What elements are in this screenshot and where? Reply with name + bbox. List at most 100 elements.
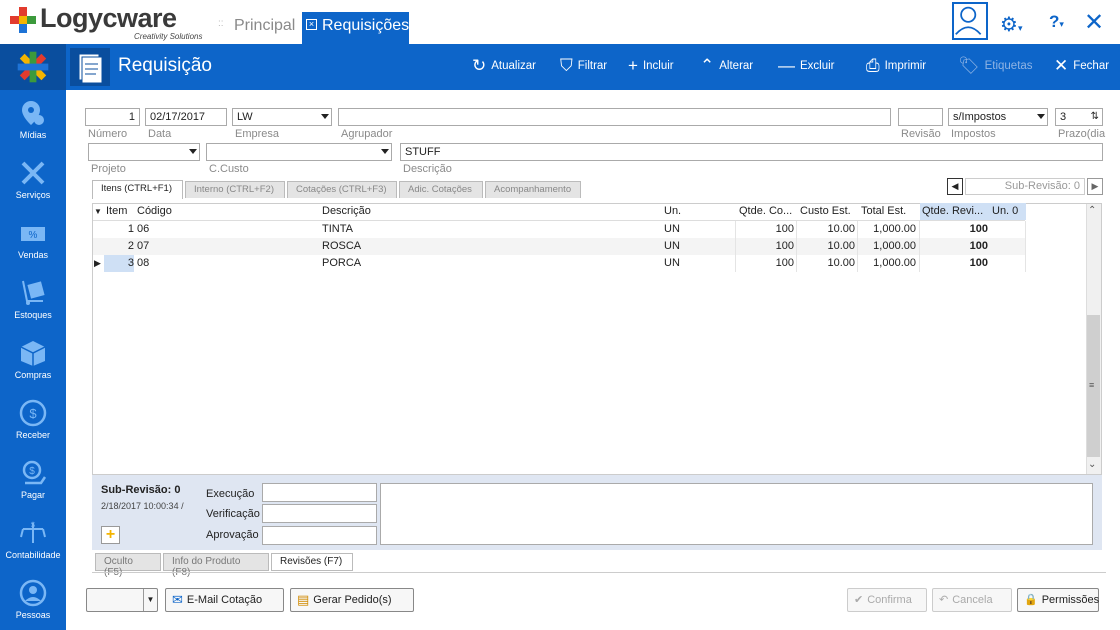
next-revision-button[interactable]: ▶ xyxy=(1087,178,1103,195)
sidebar-item-vendas[interactable]: % Vendas xyxy=(0,219,66,260)
tab-cotacoes[interactable]: Cotações (CTRL+F3) xyxy=(287,181,397,198)
impostos-select[interactable]: s/Impostos xyxy=(948,108,1048,126)
agrupador-label: Agrupador xyxy=(341,128,393,140)
execucao-field[interactable] xyxy=(262,483,377,502)
col-qtde-rev[interactable]: Qtde. Revi... xyxy=(920,203,990,220)
sidebar-item-contabilidade[interactable]: $ Contabilidade xyxy=(0,519,66,560)
cell-un: UN xyxy=(664,240,680,252)
sidebar-item-servicos[interactable]: Serviços xyxy=(0,159,66,200)
projeto-select[interactable] xyxy=(88,143,200,161)
tab-requisicoes-label: Requisições xyxy=(322,17,410,34)
excluir-button[interactable]: — Excluir xyxy=(778,57,835,74)
incluir-button[interactable]: + Incluir xyxy=(628,57,674,74)
tab-acompanhamento[interactable]: Acompanhamento xyxy=(485,181,581,198)
revision-title: Sub-Revisão: 0 xyxy=(101,484,181,496)
data-field[interactable]: 02/17/2017 xyxy=(145,108,227,126)
brand-name: Logycware xyxy=(40,3,177,33)
verificacao-field[interactable] xyxy=(262,504,377,523)
sidebar-item-compras[interactable]: Compras xyxy=(0,339,66,380)
tab-requisicoes[interactable]: × Requisições xyxy=(302,12,409,44)
sidebar-item-label: Receber xyxy=(15,430,51,440)
fechar-button[interactable]: ✕ Fechar xyxy=(1054,57,1109,74)
sort-arrow-icon[interactable]: ▼ xyxy=(94,203,102,220)
scroll-up-icon[interactable]: ⌃ xyxy=(1088,205,1096,216)
col-total[interactable]: Total Est. xyxy=(861,203,906,220)
sidebar-item-pessoas[interactable]: Pessoas xyxy=(0,579,66,620)
logo-plus-icon xyxy=(10,7,36,33)
revision-timestamp: 2/18/2017 10:00:34 / xyxy=(101,501,184,511)
agrupador-field[interactable] xyxy=(338,108,891,126)
tab-principal[interactable]: Principal xyxy=(228,12,301,44)
cell-descricao: PORCA xyxy=(322,257,362,269)
add-revision-button[interactable]: + xyxy=(101,526,120,544)
filtrar-button[interactable]: ⛉ Filtrar xyxy=(560,57,608,74)
sidebar-item-label: Mídias xyxy=(19,130,47,140)
cancela-button[interactable]: ↶ Cancela xyxy=(932,588,1012,612)
descricao-field[interactable]: STUFF xyxy=(400,143,1103,161)
settings-gear-icon[interactable]: ⚙▾ xyxy=(1000,12,1022,37)
col-un0[interactable]: Un. 0 xyxy=(990,203,1026,220)
tab-info-produto[interactable]: Info do Produto (F8) xyxy=(163,553,269,578)
col-custo[interactable]: Custo Est. xyxy=(800,203,851,220)
help-icon[interactable]: ?▾ xyxy=(1049,12,1064,32)
prazo-field[interactable]: 3 ⇅ xyxy=(1055,108,1103,126)
sidebar-item-estoques[interactable]: Estoques xyxy=(0,279,66,320)
aprovacao-field[interactable] xyxy=(262,526,377,545)
alterar-label: Alterar xyxy=(719,60,754,72)
sidebar-logo xyxy=(0,44,66,90)
col-qtde[interactable]: Qtde. Co... xyxy=(739,203,792,220)
cell-item: 3 xyxy=(104,255,134,272)
confirma-button[interactable]: ✔ Confirma xyxy=(847,588,927,612)
cell-custo: 10.00 xyxy=(827,257,855,269)
prazo-label: Prazo(dia xyxy=(1058,128,1106,140)
close-app-icon[interactable]: ✕ xyxy=(1084,8,1104,37)
filtrar-label: Filtrar xyxy=(577,60,608,72)
tab-adic-cotacoes[interactable]: Adic. Cotações xyxy=(399,181,483,198)
imprimir-button[interactable]: ⎙ Imprimir xyxy=(866,57,926,74)
coins-hand-icon: $ xyxy=(22,460,47,485)
alterar-button[interactable]: ⌃ Alterar xyxy=(700,57,754,74)
empresa-select[interactable]: LW xyxy=(232,108,332,126)
tab-itens[interactable]: Itens (CTRL+F1) xyxy=(92,180,183,199)
sidebar-item-receber[interactable]: $ Receber xyxy=(0,399,66,440)
sidebar-item-pagar[interactable]: $ Pagar xyxy=(0,459,66,500)
gerar-pedido-button[interactable]: ▤ Gerar Pedido(s) xyxy=(290,588,414,612)
tab-interno[interactable]: Interno (CTRL+F2) xyxy=(185,181,285,198)
tab-revisoes[interactable]: Revisões (F7) xyxy=(271,553,353,571)
revisao-field[interactable] xyxy=(898,108,943,126)
col-item[interactable]: Item xyxy=(106,203,127,220)
plus-icon: + xyxy=(105,526,116,543)
scroll-down-icon[interactable]: ⌄ xyxy=(1088,459,1096,470)
atualizar-button[interactable]: ↻ Atualizar xyxy=(472,57,536,74)
user-avatar-icon[interactable] xyxy=(952,2,988,40)
chevron-down-icon xyxy=(1037,114,1045,119)
ccusto-select[interactable] xyxy=(206,143,392,161)
chevron-down-icon xyxy=(189,149,197,154)
etiquetas-button[interactable]: 🏷 Etiquetas xyxy=(958,57,1033,74)
col-codigo[interactable]: Código xyxy=(137,203,172,220)
tab-oculto[interactable]: Oculto (F5) xyxy=(95,553,161,578)
email-cotacao-button[interactable]: ✉ E-Mail Cotação xyxy=(165,588,284,612)
sort-icon[interactable]: ⇅ xyxy=(1091,109,1099,125)
sidebar: Mídias Serviços % Vendas Estoques Compra… xyxy=(0,44,66,630)
sidebar-item-midias[interactable]: Mídias xyxy=(0,99,66,140)
options-select[interactable]: ▼ xyxy=(86,588,158,612)
confirma-label: Confirma xyxy=(867,594,912,606)
revision-notes-textarea[interactable] xyxy=(380,483,1093,545)
ccusto-label: C.Custo xyxy=(209,163,249,175)
col-descricao[interactable]: Descrição xyxy=(322,203,371,220)
email-cotacao-label: E-Mail Cotação xyxy=(186,594,263,606)
prev-revision-button[interactable]: ◀ xyxy=(947,178,963,195)
svg-text:%: % xyxy=(29,230,38,241)
cell-codigo: 08 xyxy=(137,257,150,269)
permissoes-button[interactable]: 🔒 Permissões xyxy=(1017,588,1099,612)
order-icon: ▤ xyxy=(297,592,310,607)
col-divider xyxy=(857,221,858,272)
close-tab-icon[interactable]: × xyxy=(306,19,317,30)
app-logo: Logycware Creativity Solutions xyxy=(10,3,220,43)
col-un[interactable]: Un. xyxy=(664,203,681,220)
excluir-label: Excluir xyxy=(800,60,835,72)
cell-total: 1,000.00 xyxy=(873,240,916,252)
chevron-down-icon xyxy=(321,114,329,119)
numero-field[interactable]: 1 xyxy=(85,108,140,126)
